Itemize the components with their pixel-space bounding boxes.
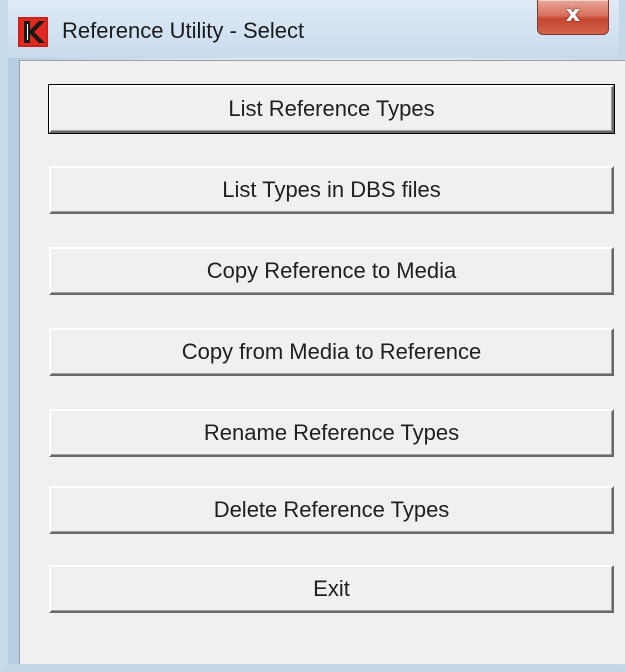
close-icon: x: [565, 2, 581, 27]
app-logo-icon: [18, 17, 48, 47]
title-bar[interactable]: Reference Utility - Select x: [8, 0, 619, 58]
dialog-body: List Reference Types List Types in DBS f…: [19, 60, 625, 664]
copy-reference-to-media-button[interactable]: Copy Reference to Media: [49, 247, 614, 295]
rename-reference-types-button[interactable]: Rename Reference Types: [49, 409, 614, 457]
exit-button[interactable]: Exit: [49, 565, 614, 613]
dialog-window: Reference Utility - Select x List Refere…: [0, 0, 625, 672]
delete-reference-types-button[interactable]: Delete Reference Types: [49, 486, 614, 534]
close-button[interactable]: x: [537, 0, 609, 35]
window-title: Reference Utility - Select: [62, 18, 305, 43]
list-reference-types-button[interactable]: List Reference Types: [48, 84, 615, 134]
copy-from-media-to-reference-button[interactable]: Copy from Media to Reference: [49, 328, 614, 376]
list-types-in-dbs-files-button[interactable]: List Types in DBS files: [49, 166, 614, 214]
